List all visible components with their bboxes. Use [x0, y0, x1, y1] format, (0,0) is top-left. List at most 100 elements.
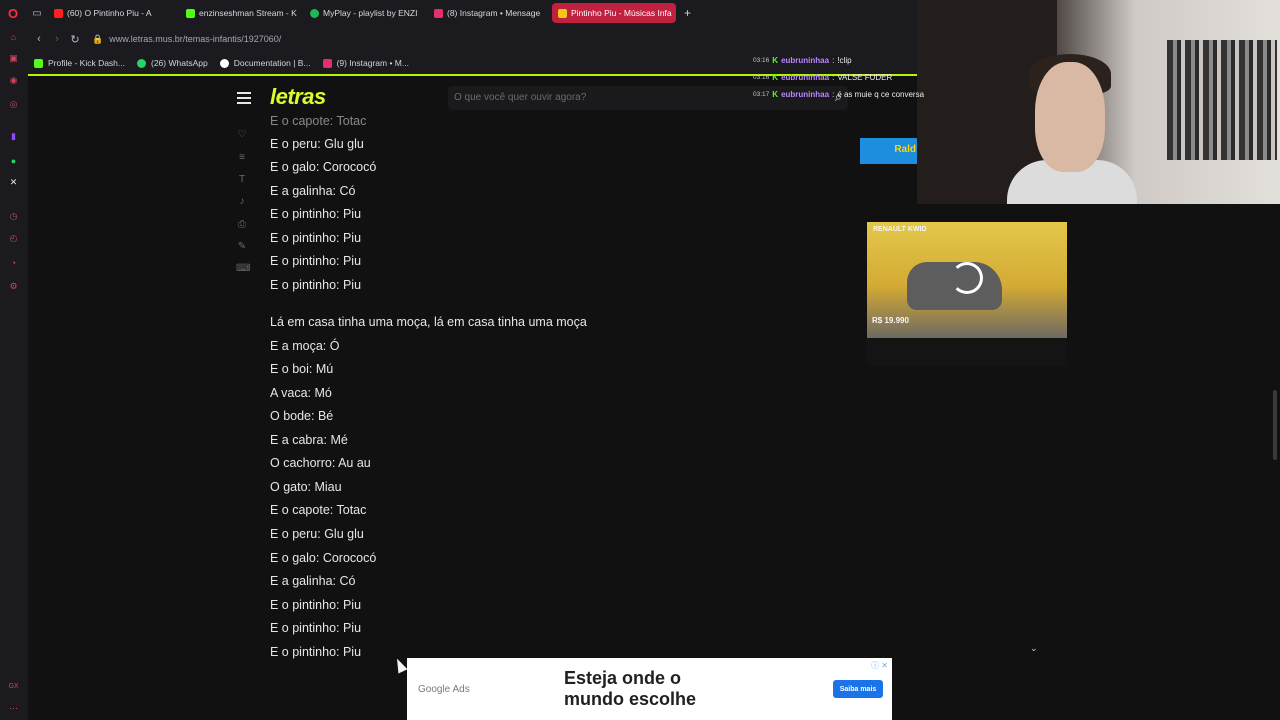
- ad-slogan-line2: mundo escolhe: [564, 689, 697, 709]
- page-scrollbar[interactable]: [1273, 390, 1277, 460]
- x-icon[interactable]: ✕: [7, 176, 20, 189]
- tab-title: MyPlay - playlist by ENZI: [323, 8, 418, 18]
- lyric-line: E a moça: Ó: [270, 339, 340, 353]
- clothes-rack: [1167, 40, 1277, 160]
- opera-logo-icon[interactable]: O: [0, 0, 26, 26]
- lyric-line: O bode: Bé: [270, 409, 334, 423]
- whatsapp-icon[interactable]: ●: [7, 154, 20, 167]
- site-logo[interactable]: letras: [270, 84, 326, 110]
- home-icon[interactable]: ⌂: [7, 30, 20, 43]
- lock-icon: 🔒: [92, 33, 104, 44]
- lyric-line: E a galinha: Có: [270, 574, 356, 588]
- edit-icon[interactable]: ✎: [236, 241, 248, 252]
- history-icon[interactable]: ◴: [7, 232, 20, 245]
- ad-info-icon[interactable]: ⓘ ✕: [871, 660, 888, 671]
- guitar-icon[interactable]: ♪: [236, 196, 248, 207]
- instagram-favicon-icon: [434, 8, 443, 18]
- bookmark-documentation[interactable]: Documentation | B...: [219, 58, 311, 68]
- tab-instagram[interactable]: (8) Instagram • Mensage: [428, 3, 550, 23]
- menu-icon[interactable]: [237, 92, 251, 107]
- lyric-line: E a cabra: Mé: [270, 433, 348, 447]
- address-bar: ‹ › ↻ 🔒 www.letras.mus.br/temas-infantis…: [0, 26, 920, 52]
- kick-badge-icon: K: [772, 90, 779, 99]
- print-icon[interactable]: ⎙: [236, 219, 248, 230]
- add-to-playlist-icon[interactable]: ≡: [236, 152, 248, 163]
- tab-title: (60) O Pintinho Piu - A: [67, 8, 152, 18]
- tab-youtube[interactable]: (60) O Pintinho Piu - A: [48, 3, 178, 23]
- chat-text: !clip: [837, 56, 852, 65]
- lyric-line: E a galinha: Có: [270, 184, 356, 198]
- bookmark-kick[interactable]: Profile - Kick Dash...: [34, 58, 125, 68]
- kick-badge-icon: K: [772, 73, 779, 82]
- lyric-line: E o capote: Totac: [270, 114, 367, 128]
- favorite-icon[interactable]: ♡: [236, 129, 248, 140]
- chat-time: 03:17: [753, 91, 770, 98]
- chevron-down-icon[interactable]: ⌄: [1030, 643, 1038, 654]
- lyric-line: E o pintinho: Piu: [270, 598, 362, 612]
- player-icon[interactable]: ◷: [7, 210, 20, 223]
- gx-icon[interactable]: GX: [7, 680, 20, 693]
- tab-spotify[interactable]: MyPlay - playlist by ENZI: [304, 3, 426, 23]
- settings-icon[interactable]: ⚙: [7, 280, 20, 293]
- youtube-favicon-icon: [54, 8, 63, 18]
- chat-user: eubruninhaa: [781, 56, 830, 65]
- lyric-line: Lá em casa tinha uma moça, lá em casa ti…: [270, 315, 587, 329]
- lyric-line: A vaca: Mó: [270, 386, 332, 400]
- tab-menu-icon[interactable]: ▭: [26, 0, 48, 26]
- chat-message: 03:16 K eubruninhaa: VALSE FUDER: [753, 73, 893, 82]
- translate-icon[interactable]: ⌨: [236, 263, 250, 274]
- ad-footer: [867, 338, 1067, 366]
- whatsapp-favicon-icon: [137, 58, 146, 68]
- saiba-mais-button[interactable]: Saiba mais: [833, 680, 883, 698]
- text-size-icon[interactable]: T: [236, 174, 248, 185]
- twitch-icon[interactable]: ▮: [7, 130, 20, 143]
- tab-letras[interactable]: Pintinho Piu - Músicas Infa: [552, 3, 676, 23]
- stream-chat-overlay: 03:16 K eubruninhaa: !clip 03:16 K eubru…: [753, 52, 943, 103]
- reload-icon[interactable]: ↻: [66, 33, 84, 46]
- url-field[interactable]: www.letras.mus.br/temas-infantis/1927060…: [109, 34, 281, 44]
- car-ad-price: R$ 19.990: [872, 316, 909, 325]
- car-ad-brand: RENAULT KWID: [873, 226, 927, 233]
- sidebar-banner-ad[interactable]: Rald: [860, 138, 918, 164]
- kick-badge-icon: K: [772, 56, 779, 65]
- tab-title: enzinseshman Stream - K: [199, 8, 297, 18]
- documentation-favicon-icon: [219, 58, 229, 68]
- lyric-line: E o pintinho: Piu: [270, 645, 362, 659]
- streamer-face: [1035, 62, 1105, 172]
- lyric-line: E o peru: Glu glu: [270, 527, 364, 541]
- bookmark-whatsapp[interactable]: (26) WhatsApp: [137, 58, 208, 68]
- banner-ad-text: Rald: [894, 144, 916, 155]
- back-arrow-icon[interactable]: ‹: [30, 33, 48, 45]
- lyric-line: E o pintinho: Piu: [270, 278, 362, 292]
- replay-icon[interactable]: [951, 262, 983, 294]
- bookmark-instagram[interactable]: (9) Instagram • M...: [322, 58, 409, 68]
- chat-text: VALSE FUDER: [837, 73, 893, 82]
- lyric-line: E o galo: Corococó: [270, 160, 377, 174]
- ad-slogan-line1: Esteja onde o: [564, 668, 682, 688]
- bag-icon[interactable]: ▣: [7, 52, 20, 65]
- messenger-icon[interactable]: ◉: [7, 74, 20, 87]
- webcam-overlay: [917, 0, 1280, 204]
- instagram-icon[interactable]: ◎: [7, 98, 20, 111]
- instagram-favicon-icon: [322, 58, 332, 68]
- tab-kick[interactable]: enzinseshman Stream - K: [180, 3, 302, 23]
- forward-arrow-icon[interactable]: ›: [48, 33, 66, 45]
- chat-user: eubruninhaa: [781, 73, 830, 82]
- lyrics-body: E o capote: Totac E o peru: Glu glu E o …: [270, 112, 830, 662]
- chat-message: 03:17 K eubruninhaa: é as muie q ce conv…: [753, 90, 925, 99]
- bookmark-label: Documentation | B...: [233, 58, 311, 68]
- tab-title: (8) Instagram • Mensage: [447, 8, 541, 18]
- kick-favicon-icon: [34, 58, 43, 68]
- lyric-line: O cachorro: Au au: [270, 456, 371, 470]
- bottom-google-ad[interactable]: ⓘ ✕ Google Ads Esteja onde o mundo escol…: [407, 658, 892, 720]
- car-video-ad[interactable]: RENAULT KWID R$ 19.990: [867, 222, 1067, 338]
- pinboard-icon[interactable]: ◔: [7, 256, 20, 269]
- lyric-line: E o pintinho: Piu: [270, 254, 362, 268]
- bookmark-label: (9) Instagram • M...: [336, 58, 409, 68]
- chat-time: 03:16: [753, 57, 770, 64]
- new-tab-button[interactable]: +: [678, 6, 697, 20]
- chat-message: 03:16 K eubruninhaa: !clip: [753, 56, 852, 65]
- spotify-favicon-icon: [310, 8, 319, 18]
- more-icon[interactable]: ⋯: [7, 702, 20, 715]
- browser-sidebar: ⌂ ▣ ◉ ◎ ▮ ● ✕ ◷ ◴ ◔ ⚙ GX ⋯: [0, 26, 28, 720]
